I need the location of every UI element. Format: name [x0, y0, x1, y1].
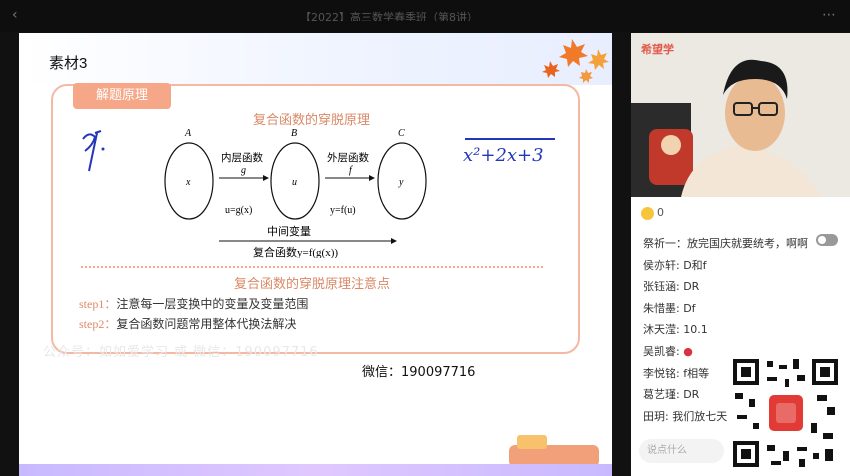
maple-leaves-decoration: [542, 39, 609, 83]
wechat-id: 微信：190097716: [362, 365, 476, 380]
composite-function-label: 复合函数y=f(g(x)): [253, 245, 338, 258]
more-icon[interactable]: ⋯: [822, 7, 836, 23]
step1-key: step1：: [79, 297, 117, 311]
slide: 素材3 解题原理 复合函数的穿脱原理 A B C x u y 内层函数 g u=…: [19, 33, 612, 476]
var-x: x: [185, 177, 191, 188]
chat-message-text: 吴凯睿:: [643, 344, 684, 358]
notes-title: 复合函数的穿脱原理注意点: [234, 276, 391, 291]
step2-text: 复合函数问题常用整体代换法解决: [116, 317, 297, 331]
chat-message: 侯亦轩: D和f: [643, 258, 707, 272]
composite-function-diagram: A B C x u y 内层函数 g u=g(x) 外层函数 f y=f(u) …: [164, 128, 427, 258]
chat-message: 朱惜墨: Df: [643, 301, 696, 315]
var-y: y: [398, 177, 404, 188]
lips-emoji-icon: ●: [683, 344, 693, 358]
teacher-portrait: [631, 33, 850, 197]
slide-footer-bar: [19, 464, 612, 476]
teacher-video: 希望学: [631, 33, 850, 197]
dotted-divider: [81, 266, 543, 268]
handwriting-note-1: [82, 130, 105, 172]
set-a-label: A: [184, 128, 192, 139]
handwriting-note-2: x²+2x+3: [463, 138, 555, 166]
inner-function-label: 内层函数: [221, 151, 263, 164]
like-count: 0: [657, 206, 664, 219]
outer-function-label: 外层函数: [327, 151, 369, 164]
like-counter[interactable]: 0: [641, 206, 664, 220]
step2-key: step2：: [79, 317, 117, 331]
outer-f-letter: f: [349, 165, 353, 176]
coin-icon: [641, 206, 654, 220]
set-b-label: B: [291, 128, 297, 139]
inner-equation: u=g(x): [225, 205, 252, 216]
brand-logo: 希望学: [641, 43, 674, 56]
step1: step1：注意每一层变换中的变量及变量范围: [79, 295, 308, 312]
qr-code: [727, 353, 844, 473]
principle-tag: 解题原理: [73, 83, 171, 109]
chevron-left-icon[interactable]: ‹: [12, 7, 18, 23]
lesson-title: 【2022】高三数学春季班（第8讲）: [300, 11, 478, 21]
step2: step2：复合函数问题常用整体代换法解决: [79, 315, 296, 332]
outer-equation: y=f(u): [330, 205, 356, 216]
handwriting-expression: x²+2x+3: [463, 145, 544, 166]
set-c-label: C: [398, 128, 405, 139]
chat-input[interactable]: 说点什么: [639, 439, 724, 463]
middle-variable-label: 中间变量: [267, 224, 311, 238]
top-bar: ‹ 【2022】高三数学春季班（第8讲） ⋯: [0, 0, 850, 32]
chat-message: 祭祈一：放完国庆就要统考，啊啊: [643, 237, 808, 250]
slide-header-label: 素材3: [49, 55, 88, 72]
chat-message: 张钰涵: DR: [643, 280, 700, 294]
inner-f-letter: g: [241, 165, 246, 176]
step1-text: 注意每一层变换中的变量及变量范围: [116, 297, 309, 311]
watermark: 公众号：如如爱学习 或 微信：190097716: [43, 345, 319, 360]
chat-message: 沐天滢: 10.1: [643, 323, 708, 337]
var-u: u: [292, 177, 297, 188]
